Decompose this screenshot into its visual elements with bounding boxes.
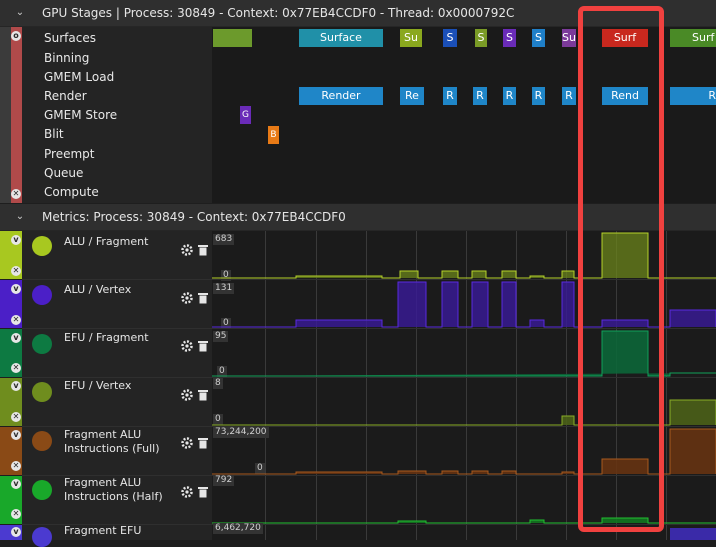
metric-name: Fragment ALU Instructions (Half) [64,476,163,503]
close-icon[interactable]: ✕ [11,461,21,471]
stage-label-compute: Compute [44,185,99,199]
chevron-down-icon[interactable]: ⌄ [14,204,26,230]
gear-icon[interactable] [181,244,193,256]
render-block[interactable]: R [503,87,516,105]
trash-icon[interactable] [198,486,208,498]
trash-icon[interactable] [198,437,208,449]
render-block[interactable]: R [670,87,716,105]
gpu-stages-title: GPU Stages | Process: 30849 - Context: 0… [42,6,515,20]
trash-icon[interactable] [198,292,208,304]
gear-icon[interactable] [181,389,193,401]
render-block[interactable]: Render [299,87,383,105]
metric-max-label: 6,462,720 [213,523,263,534]
gear-icon[interactable] [181,292,193,304]
gear-icon[interactable] [181,486,193,498]
metric-bar [670,528,716,540]
chevron-down-icon[interactable]: v [11,527,21,537]
gear-icon[interactable] [181,437,193,449]
chevron-down-icon[interactable]: v [11,284,21,294]
metric-name: ALU / Vertex [64,283,132,296]
trash-icon[interactable] [198,340,208,352]
metric-name: EFU / Vertex [64,379,132,392]
surface-block[interactable]: S [475,29,487,47]
metric-color-swatch[interactable] [32,334,52,354]
close-icon[interactable]: ✕ [11,509,21,519]
chevron-down-icon[interactable]: ⌄ [14,0,26,26]
toggle-icon[interactable]: o [11,31,21,41]
render-block[interactable]: Re [400,87,424,105]
metric-color-swatch[interactable] [32,285,52,305]
metric-name: Fragment ALU Instructions (Full) [64,428,160,455]
render-block[interactable]: R [443,87,457,105]
render-block[interactable]: R [532,87,545,105]
gmem-store-block[interactable]: G [240,106,251,124]
metric-color-swatch[interactable] [32,527,52,547]
surface-block[interactable]: S [532,29,545,47]
stage-label-surfaces: Surfaces [44,31,96,45]
trash-icon[interactable] [198,389,208,401]
metric-color-swatch[interactable] [32,382,52,402]
surface-block[interactable]: Su [562,29,576,47]
close-icon[interactable]: ✕ [11,189,21,199]
chevron-down-icon[interactable]: v [11,235,21,245]
surface-block[interactable]: Su [400,29,422,47]
close-icon[interactable]: ✕ [11,412,21,422]
close-icon[interactable]: ✕ [11,315,21,325]
chevron-down-icon[interactable]: v [11,430,21,440]
close-icon[interactable]: ✕ [11,266,21,276]
highlight-box [578,6,664,532]
surface-block[interactable]: S [503,29,516,47]
render-block[interactable]: R [473,87,487,105]
trash-icon[interactable] [198,244,208,256]
gpu-stages-color-strip [11,27,22,203]
stage-label-binning: Binning [44,51,90,65]
metrics-title: Metrics: Process: 30849 - Context: 0x77E… [42,210,346,224]
chevron-down-icon[interactable]: v [11,479,21,489]
render-block[interactable]: R [562,87,576,105]
surface-block[interactable]: S [443,29,457,47]
chevron-down-icon[interactable]: v [11,381,21,391]
gear-icon[interactable] [181,340,193,352]
metric-name: Fragment EFU [64,524,142,537]
metric-color-swatch[interactable] [32,480,52,500]
gpu-stages-gutter: o ✕ [0,27,22,203]
chevron-down-icon[interactable]: v [11,333,21,343]
close-icon[interactable]: ✕ [11,363,21,373]
metric-name: EFU / Fragment [64,331,149,344]
metric-color-swatch[interactable] [32,236,52,256]
surface-block[interactable]: Surf [670,29,716,47]
stage-label-gmem-load: GMEM Load [44,70,115,84]
surface-block[interactable]: Surface [299,29,383,47]
stage-label-render: Render [44,89,87,103]
stage-label-queue: Queue [44,166,84,180]
stage-label-blit: Blit [44,127,64,141]
metric-name: ALU / Fragment [64,235,149,248]
metric-color-swatch[interactable] [32,431,52,451]
surface-block[interactable] [213,29,252,47]
stage-label-gmem-store: GMEM Store [44,108,118,122]
stage-label-preempt: Preempt [44,147,95,161]
blit-block[interactable]: B [268,126,279,144]
